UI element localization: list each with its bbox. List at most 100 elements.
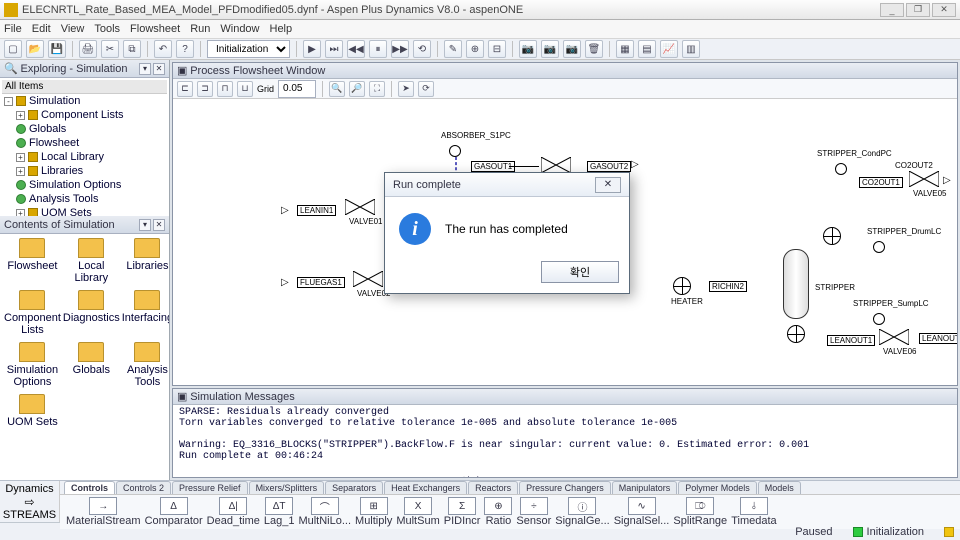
palette-tab-pressure-changers[interactable]: Pressure Changers xyxy=(519,481,611,494)
palette-item-multsum[interactable]: XMultSum xyxy=(396,497,439,527)
stream-fluegas1[interactable]: FLUEGAS1 xyxy=(297,277,345,288)
palette-tab-manipulators[interactable]: Manipulators xyxy=(612,481,678,494)
tree-globals[interactable]: Globals xyxy=(2,122,167,136)
tree-sim-options[interactable]: Simulation Options xyxy=(2,178,167,192)
palette-tab-mixers-splitters[interactable]: Mixers/Splitters xyxy=(249,481,325,494)
chart-icon[interactable]: 📈 xyxy=(660,40,678,58)
controller-sumplc[interactable] xyxy=(873,313,885,325)
run-icon[interactable]: ▶ xyxy=(303,40,321,58)
tree-uom-sets[interactable]: +UOM Sets xyxy=(2,206,167,216)
fs-zoomout-icon[interactable]: 🔎 xyxy=(349,81,365,97)
folder-local-library[interactable]: Local Library xyxy=(63,238,120,284)
folder-flowsheet[interactable]: Flowsheet xyxy=(4,238,61,284)
palette-item-lag-1[interactable]: ΔTLag_1 xyxy=(264,497,295,527)
rewind-icon[interactable]: ◀◀ xyxy=(347,40,365,58)
help-icon[interactable]: ? xyxy=(176,40,194,58)
table-icon[interactable]: ▥ xyxy=(682,40,700,58)
palette-tab-polymer-models[interactable]: Polymer Models xyxy=(678,481,757,494)
folder-analysis-tools[interactable]: Analysis Tools xyxy=(122,342,169,388)
menu-view[interactable]: View xyxy=(61,23,85,35)
folder-uom-sets[interactable]: UOM Sets xyxy=(4,394,61,428)
folder-diagnostics[interactable]: Diagnostics xyxy=(63,290,120,336)
folder-component-lists[interactable]: Component Lists xyxy=(4,290,61,336)
stream-leanout1[interactable]: LEANOUT1 xyxy=(827,335,875,346)
controller-drumlc[interactable] xyxy=(873,241,885,253)
run-mode-select[interactable]: Initialization xyxy=(207,40,290,58)
tool-b-icon[interactable]: ⊕ xyxy=(466,40,484,58)
menu-help[interactable]: Help xyxy=(270,23,293,35)
fs-rotate-icon[interactable]: ⟳ xyxy=(418,81,434,97)
palette-item-comparator[interactable]: ΔComparator xyxy=(145,497,203,527)
menu-tools[interactable]: Tools xyxy=(94,23,120,35)
palette-item-multiply[interactable]: ⊞Multiply xyxy=(355,497,392,527)
stream-leanout2[interactable]: LEANOUT2 xyxy=(919,333,957,344)
dialog-close-button[interactable]: ✕ xyxy=(595,177,621,193)
tool-a-icon[interactable]: ✎ xyxy=(444,40,462,58)
palette-item-signalge-[interactable]: ⓘSignalGe... xyxy=(555,497,609,527)
fs-align-right-icon[interactable]: ⊐ xyxy=(197,81,213,97)
tree-analysis-tools[interactable]: Analysis Tools xyxy=(2,192,167,206)
palette-tab-controls-2[interactable]: Controls 2 xyxy=(116,481,171,494)
palette-tab-separators[interactable]: Separators xyxy=(325,481,383,494)
fs-zoomin-icon[interactable]: 🔍 xyxy=(329,81,345,97)
stream-co2out1[interactable]: CO2OUT1 xyxy=(859,177,903,188)
dialog-ok-button[interactable]: 확인 xyxy=(541,261,619,283)
fs-align-top-icon[interactable]: ⊓ xyxy=(217,81,233,97)
folder-simulation-options[interactable]: Simulation Options xyxy=(4,342,61,388)
fs-pointer-icon[interactable]: ➤ xyxy=(398,81,414,97)
block-valve02[interactable] xyxy=(353,271,383,287)
layers-icon[interactable]: ▦ xyxy=(616,40,634,58)
controller-absorber-s1pc[interactable] xyxy=(449,145,461,157)
palette-item-sensor[interactable]: ÷Sensor xyxy=(516,497,551,527)
step-icon[interactable]: ⏭ xyxy=(325,40,343,58)
fs-align-left-icon[interactable]: ⊏ xyxy=(177,81,193,97)
palette-item-timedata[interactable]: ⫰Timedata xyxy=(731,497,776,527)
palette-item-multnilo-[interactable]: ⌒MultNiLo... xyxy=(298,497,351,527)
explorer-tree[interactable]: All Items -Simulation +Component Lists G… xyxy=(0,78,169,216)
stream-co2out2[interactable]: CO2OUT2 xyxy=(893,161,935,170)
folder-globals[interactable]: Globals xyxy=(63,342,120,388)
palette-item-splitrange[interactable]: ⎄SplitRange xyxy=(673,497,727,527)
palette-materialstream[interactable]: →MaterialStream xyxy=(66,497,141,527)
block-valve05[interactable] xyxy=(909,171,939,187)
delete-icon[interactable]: 🗑 xyxy=(585,40,603,58)
contents-pin-icon[interactable]: ▾ xyxy=(139,219,151,231)
save-icon[interactable]: 💾 xyxy=(48,40,66,58)
tree-flowsheet[interactable]: Flowsheet xyxy=(2,136,167,150)
grid-icon[interactable]: ▤ xyxy=(638,40,656,58)
close-button[interactable]: ✕ xyxy=(932,3,956,17)
explorer-pin-icon[interactable]: ▾ xyxy=(139,63,151,75)
hx-cond[interactable] xyxy=(823,227,841,245)
grid-value-input[interactable] xyxy=(278,80,316,98)
minimize-button[interactable]: _ xyxy=(880,3,904,17)
block-stripper[interactable] xyxy=(783,249,809,319)
camera2-icon[interactable]: 📷 xyxy=(541,40,559,58)
block-valve06[interactable] xyxy=(879,329,909,345)
palette-tab-heat-exchangers[interactable]: Heat Exchangers xyxy=(384,481,467,494)
palette-item-pidincr[interactable]: ΣPIDIncr xyxy=(444,497,481,527)
tree-local-library[interactable]: +Local Library xyxy=(2,150,167,164)
contents-close-icon[interactable]: ✕ xyxy=(153,219,165,231)
fastfwd-icon[interactable]: ▶▶ xyxy=(391,40,409,58)
explorer-close-icon[interactable]: ✕ xyxy=(153,63,165,75)
messages-body[interactable]: SPARSE: Residuals already converged Torn… xyxy=(173,405,957,477)
fs-fit-icon[interactable]: ⛶ xyxy=(369,81,385,97)
palette-tab-controls[interactable]: Controls xyxy=(64,481,115,494)
block-valve03[interactable] xyxy=(541,157,571,173)
stream-gasout2[interactable]: GASOUT2 xyxy=(587,161,631,172)
tree-component-lists[interactable]: +Component Lists xyxy=(2,108,167,122)
palette-item-signalsel-[interactable]: ∿SignalSel... xyxy=(614,497,670,527)
menu-edit[interactable]: Edit xyxy=(32,23,51,35)
folder-interfacing[interactable]: Interfacing xyxy=(122,290,169,336)
palette-item-dead-time[interactable]: Δ|Dead_time xyxy=(207,497,260,527)
stream-leanin1[interactable]: LEANIN1 xyxy=(297,205,336,216)
block-heater[interactable] xyxy=(673,277,691,295)
palette-tab-pressure-relief[interactable]: Pressure Relief xyxy=(172,481,248,494)
stream-richin2[interactable]: RICHIN2 xyxy=(709,281,747,292)
fs-align-bottom-icon[interactable]: ⊔ xyxy=(237,81,253,97)
print-icon[interactable]: 🖨 xyxy=(79,40,97,58)
palette-item-ratio[interactable]: ⊕Ratio xyxy=(484,497,512,527)
pause-icon[interactable]: ⏸ xyxy=(369,40,387,58)
menu-window[interactable]: Window xyxy=(220,23,259,35)
maximize-button[interactable]: ❐ xyxy=(906,3,930,17)
